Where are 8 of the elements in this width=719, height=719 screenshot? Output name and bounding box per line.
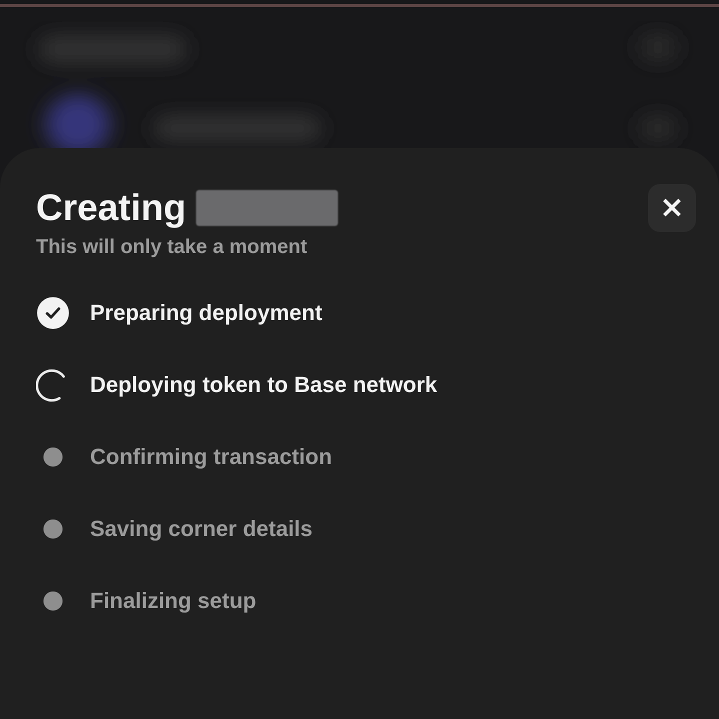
sheet-title: Creating <box>36 186 186 230</box>
step-label: Deploying token to Base network <box>90 372 438 398</box>
step-label: Confirming transaction <box>90 444 332 470</box>
step-label: Saving corner details <box>90 516 313 542</box>
sheet-subtitle: This will only take a moment <box>36 236 308 259</box>
step-label: Preparing deployment <box>90 300 322 326</box>
close-button[interactable]: × <box>648 184 696 232</box>
step-label: Finalizing setup <box>90 588 256 614</box>
